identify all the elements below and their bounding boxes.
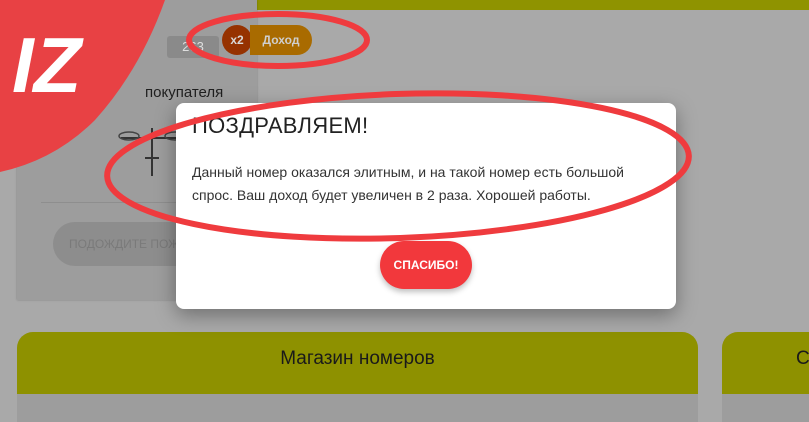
number-shop-header: Магазин номеров <box>17 332 698 394</box>
modal-title: ПОЗДРАВЛЯЕМ! <box>192 113 369 138</box>
number-shop-title: Магазин номеров <box>280 348 435 369</box>
multiplier-badge: x2 <box>222 25 252 55</box>
congratulations-modal: ПОЗДРАВЛЯЕМ! Данный номер оказался элитн… <box>176 103 676 309</box>
modal-message: Данный номер оказался элитным, и на тако… <box>192 164 624 203</box>
second-panel-title: С <box>796 348 809 369</box>
income-badge: Доход <box>250 25 312 55</box>
second-panel-header: С <box>722 332 809 394</box>
second-panel: С <box>722 332 809 422</box>
iz-logo: IZ <box>0 0 165 172</box>
thanks-button[interactable]: СПАСИБО! <box>380 241 472 289</box>
svg-text:IZ: IZ <box>12 21 85 109</box>
number-shop-panel: Магазин номеров <box>17 332 698 422</box>
card-price-badge: 263 <box>167 36 219 58</box>
